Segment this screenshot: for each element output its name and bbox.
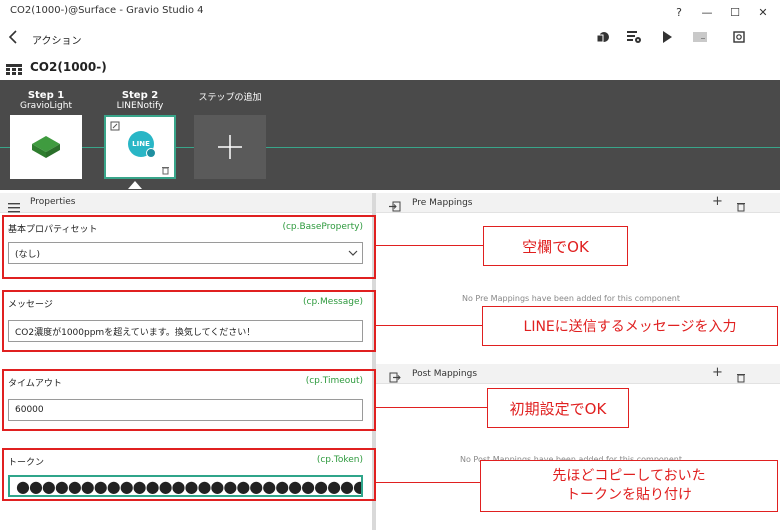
save-icon[interactable]: [593, 28, 613, 46]
callout-line-message: LINEに送信するメッセージを入力: [482, 306, 778, 346]
callout-default-ok: 初期設定でOK: [487, 388, 629, 428]
notify-bell-icon: [146, 148, 156, 158]
highlight-message: [2, 290, 376, 352]
plus-icon: [218, 135, 242, 159]
edit-icon[interactable]: [110, 121, 120, 131]
close-button[interactable]: ✕: [746, 0, 780, 24]
step-2-title: Step 2: [121, 90, 159, 101]
back-arrow-icon[interactable]: [8, 29, 18, 49]
callout-4-connector: [376, 482, 480, 483]
callout-paste-token: 先ほどコピーしておいた トークンを貼り付け: [480, 460, 778, 512]
step-2-label: Step 2 LINENotify: [104, 90, 176, 111]
callout-3-text: 初期設定でOK: [509, 399, 607, 418]
refresh-icon[interactable]: [729, 28, 749, 46]
pre-mappings-title: Pre Mappings: [412, 198, 473, 208]
step-2-card[interactable]: LINE: [104, 115, 176, 179]
step-1-label: Step 1 GravioLight: [10, 90, 82, 111]
selected-step-pointer: [128, 181, 142, 189]
action-icon: [6, 61, 22, 80]
console-icon[interactable]: [690, 28, 710, 46]
delete-icon[interactable]: [161, 165, 170, 175]
step-1-component: GravioLight: [20, 101, 72, 111]
callout-4-line-2: トークンを貼り付け: [566, 487, 692, 503]
play-icon[interactable]: [657, 28, 677, 46]
callout-1-text: 空欄でOK: [522, 237, 589, 256]
add-step-button[interactable]: [194, 115, 266, 179]
gravio-light-icon: [32, 136, 60, 158]
step-2-component: LINENotify: [116, 101, 164, 111]
action-title: CO2(1000-): [30, 60, 107, 74]
line-badge-text: LINE: [132, 140, 150, 148]
step-1-card[interactable]: [10, 115, 82, 179]
callout-2-connector: [376, 325, 482, 326]
post-mappings-title: Post Mappings: [412, 369, 478, 379]
page-title: アクション: [32, 36, 82, 47]
pre-mappings-empty-message: No Pre Mappings have been added for this…: [462, 294, 680, 303]
callout-4-line-1: 先ほどコピーしておいた: [552, 468, 706, 485]
callout-empty-ok: 空欄でOK: [483, 226, 628, 266]
step-1-title: Step 1: [27, 90, 65, 101]
add-post-mapping-icon[interactable]: +: [712, 365, 723, 380]
callout-1-connector: [376, 245, 483, 246]
add-step-title: ステップの追加: [198, 93, 262, 103]
highlight-base-property: [2, 215, 376, 279]
properties-title: Properties: [30, 197, 76, 207]
delete-post-mapping-icon[interactable]: [736, 368, 746, 387]
highlight-timeout: [2, 369, 376, 431]
import-icon: [389, 197, 401, 216]
add-pre-mapping-icon[interactable]: +: [712, 194, 723, 209]
delete-pre-mapping-icon[interactable]: [736, 197, 746, 216]
settings-list-icon[interactable]: [624, 28, 644, 46]
add-step-label: ステップの追加: [194, 90, 266, 103]
callout-2-text: LINEに送信するメッセージを入力: [523, 319, 737, 335]
window-title: CO2(1000-)@Surface - Gravio Studio 4: [10, 5, 204, 16]
callout-3-connector: [376, 407, 487, 408]
export-icon: [389, 368, 401, 387]
highlight-token: [2, 448, 376, 501]
